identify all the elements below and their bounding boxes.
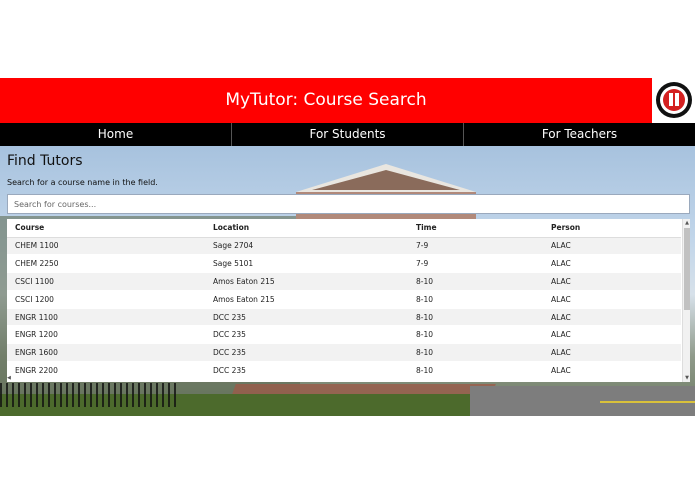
cell-time: 8-10 (408, 361, 543, 380)
scroll-up-icon[interactable]: ▲ (684, 220, 690, 226)
table-row[interactable]: ENGR 2200 DCC 235 8-10 ALAC (7, 361, 681, 380)
cell-person: ALAC (543, 361, 681, 380)
cell-course: CHEM 1100 (7, 237, 205, 256)
table-header-row: Course Location Time Person (7, 219, 681, 238)
cell-location: DCC 235 (205, 343, 408, 363)
column-header-location: Location (205, 219, 408, 238)
table-row[interactable]: ENGR 1100 DCC 235 8-10 ALAC (7, 308, 681, 327)
scroll-down-icon[interactable]: ▼ (684, 375, 690, 381)
section-heading: Find Tutors (7, 153, 83, 169)
search-instruction: Search for a course name in the field. (7, 178, 158, 187)
cell-person: ALAC (543, 272, 681, 291)
cell-course: ENGR 1100 (7, 308, 205, 327)
cell-course: ENGR 2200 (7, 361, 205, 380)
cell-course: CSCI 1100 (7, 272, 205, 291)
cell-location: DCC 235 (205, 361, 408, 380)
table-row[interactable]: CHEM 1100 Sage 2704 7-9 ALAC (7, 237, 681, 256)
table-row[interactable]: CSCI 1200 Amos Eaton 215 8-10 ALAC (7, 290, 681, 309)
cell-time: 8-10 (408, 308, 543, 327)
header-bar: MyTutor: Course Search (0, 78, 695, 123)
cell-location: Sage 2704 (205, 237, 408, 256)
column-header-person: Person (543, 219, 681, 238)
cell-course: CSCI 1200 (7, 290, 205, 309)
cell-location: Sage 5101 (205, 254, 408, 274)
cell-person: ALAC (543, 237, 681, 256)
scrollbar-thumb[interactable] (684, 228, 690, 310)
fence (0, 383, 180, 407)
cell-time: 7-9 (408, 254, 543, 274)
cell-person: ALAC (543, 325, 681, 345)
road-line (600, 401, 695, 403)
logo-container[interactable] (652, 78, 695, 123)
course-table-container[interactable]: Course Location Time Person CHEM 1100 Sa… (7, 219, 690, 382)
cell-person: ALAC (543, 308, 681, 327)
nav-for-students[interactable]: For Students (232, 123, 464, 146)
cell-person: ALAC (543, 343, 681, 363)
cell-location: DCC 235 (205, 325, 408, 345)
page-title: MyTutor: Course Search (225, 90, 427, 110)
cell-course: CHEM 2250 (7, 254, 205, 274)
main-nav: Home For Students For Teachers (0, 123, 695, 146)
course-table: Course Location Time Person CHEM 1100 Sa… (7, 219, 681, 380)
building-pediment (312, 170, 460, 190)
cell-location: DCC 235 (205, 308, 408, 327)
nav-for-teachers[interactable]: For Teachers (464, 123, 695, 146)
column-header-course: Course (7, 219, 205, 238)
course-search-input[interactable] (7, 194, 690, 214)
cell-course: ENGR 1600 (7, 343, 205, 363)
cell-time: 8-10 (408, 290, 543, 309)
table-scrollbar[interactable]: ▲ ▼ (682, 219, 690, 382)
cell-time: 8-10 (408, 272, 543, 291)
cell-time: 7-9 (408, 237, 543, 256)
cell-person: ALAC (543, 290, 681, 309)
cell-time: 8-10 (408, 325, 543, 345)
column-header-time: Time (408, 219, 543, 238)
cell-location: Amos Eaton 215 (205, 290, 408, 309)
page: MyTutor: Course Search Home For Students… (0, 0, 695, 494)
nav-home[interactable]: Home (0, 123, 232, 146)
cell-course: ENGR 1200 (7, 325, 205, 345)
table-row[interactable]: ENGR 1600 DCC 235 8-10 ALAC (7, 343, 681, 363)
cell-time: 8-10 (408, 343, 543, 363)
scroll-left-icon[interactable]: ◀ (7, 375, 11, 381)
table-row[interactable]: ENGR 1200 DCC 235 8-10 ALAC (7, 325, 681, 345)
table-row[interactable]: CSCI 1100 Amos Eaton 215 8-10 ALAC (7, 272, 681, 291)
cell-person: ALAC (543, 254, 681, 274)
table-row[interactable]: CHEM 2250 Sage 5101 7-9 ALAC (7, 254, 681, 274)
cell-location: Amos Eaton 215 (205, 272, 408, 291)
seal-logo-icon[interactable] (655, 81, 693, 119)
